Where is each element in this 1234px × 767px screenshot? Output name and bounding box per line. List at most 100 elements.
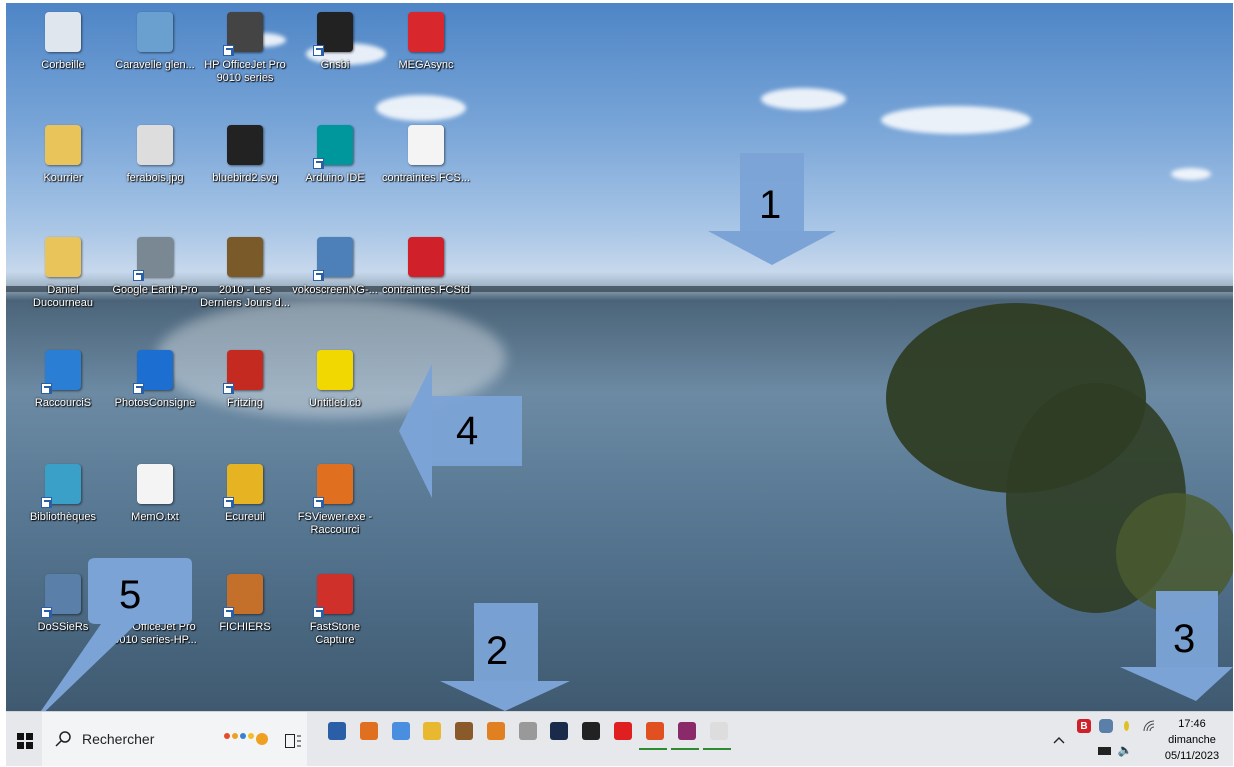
taskbar-app-button[interactable]	[548, 720, 570, 742]
fritzing-icon	[223, 346, 267, 394]
desktop-icon[interactable]: FICHIERS	[199, 570, 291, 670]
chrome-icon	[392, 722, 410, 740]
mega-icon	[404, 8, 448, 56]
taskbar: Rechercher B 🔈 17:46 dimanche 05/11/2023	[6, 711, 1233, 766]
taskbar-app-button[interactable]	[517, 720, 539, 742]
desktop-icon[interactable]: Corbeille	[17, 8, 109, 108]
clock[interactable]: 17:46 dimanche 05/11/2023	[1158, 714, 1226, 766]
tray-b-app[interactable]: B	[1076, 718, 1092, 734]
callout-shape	[40, 558, 192, 711]
battery-button[interactable]	[1096, 744, 1112, 758]
desktop-icon[interactable]: Arduino IDE	[289, 121, 381, 221]
clock-time: 17:46	[1178, 718, 1206, 730]
desktop-icon[interactable]: contraintes.FCS...	[380, 121, 472, 221]
search-box[interactable]: Rechercher	[42, 712, 307, 766]
task-view-button[interactable]	[282, 730, 304, 752]
eye-icon	[313, 460, 357, 508]
desktop-icon[interactable]: 2010 - Les Derniers Jours d...	[199, 233, 291, 333]
desktop-icon[interactable]: RaccourciS	[17, 346, 109, 446]
running-indicator	[703, 748, 731, 750]
xnview-icon	[582, 722, 600, 740]
taskbar-app-button[interactable]	[671, 720, 699, 750]
desktop-icon[interactable]: PhotosConsigne	[109, 346, 201, 446]
tray-sync[interactable]	[1098, 718, 1114, 734]
desktop-icon-label: FSViewer.exe - Raccourci	[297, 511, 373, 536]
annotation-number: 1	[759, 183, 782, 227]
desktop-icon-label: FastStone Capture	[309, 621, 361, 646]
shortcut-arrow-icon	[41, 383, 52, 394]
shortcut-arrow-icon	[223, 383, 234, 394]
taskbar-app-button[interactable]	[358, 720, 380, 742]
desktop-icon-label: FICHIERS	[219, 621, 271, 633]
desktop-icon-label: Arduino IDE	[305, 172, 365, 184]
cloud	[881, 106, 1031, 134]
desktop-icon-label: vokoscreenNG-...	[292, 284, 378, 296]
desktop-icon-label: contraintes.FCStd	[381, 284, 471, 296]
search-icon	[55, 731, 71, 747]
show-hidden-icons-button[interactable]	[1051, 732, 1067, 748]
shortcut-arrow-icon	[133, 383, 144, 394]
shortcut-disc-icon	[41, 346, 85, 394]
desktop-icon-label: Untitled.cb	[309, 397, 361, 409]
shortcut-arrow-icon	[313, 497, 324, 508]
desktop-icon[interactable]: Caravelle glen...	[109, 8, 201, 108]
running-indicator	[639, 748, 667, 750]
codeblocks-icon	[313, 346, 357, 394]
desktop-icon[interactable]: FastStone Capture	[289, 570, 381, 670]
desktop-icon-label: Fritzing	[226, 397, 264, 409]
calendar-app-icon	[678, 722, 696, 740]
task-view-icon	[285, 734, 301, 748]
camera-icon	[133, 346, 177, 394]
desktop-icon[interactable]: contraintes.FCStd	[380, 233, 472, 333]
taskbar-app-button[interactable]	[390, 720, 412, 742]
desktop-icon[interactable]: vokoscreenNG-...	[289, 233, 381, 333]
app-orange-icon	[487, 722, 505, 740]
shortcut-arrow-icon	[313, 158, 324, 169]
desktop-icon[interactable]: MemO.txt	[109, 460, 201, 560]
kde-app-icon	[328, 722, 346, 740]
desktop-icon-label: MemO.txt	[131, 511, 179, 523]
printer-icon	[223, 8, 267, 56]
volume-button[interactable]: 🔈	[1116, 742, 1134, 758]
taskbar-app-button[interactable]	[421, 720, 443, 742]
cloud	[761, 88, 846, 110]
desktop-icon[interactable]: Gnsbi	[289, 8, 381, 108]
desktop-icon[interactable]: MEGAsync	[380, 8, 472, 108]
start-button[interactable]	[12, 728, 38, 754]
desktop-icon-label: Daniel Ducourneau	[33, 284, 93, 309]
arrow-head-down	[1120, 667, 1233, 701]
annotation-number: 3	[1173, 617, 1196, 661]
tray-drop[interactable]	[1120, 718, 1132, 734]
desktop-icon[interactable]: FSViewer.exe - Raccourci	[289, 460, 381, 560]
taskbar-app-button[interactable]	[612, 720, 634, 742]
desktop-icon[interactable]: HP OfficeJet Pro 9010 series	[199, 8, 291, 108]
desktop-icon[interactable]: Untitled.cb	[289, 346, 381, 446]
image-file-icon	[133, 121, 177, 169]
taskbar-app-button[interactable]	[326, 720, 348, 742]
desktop-icon[interactable]: ferabois.jpg	[109, 121, 201, 221]
search-placeholder: Rechercher	[82, 731, 155, 747]
desktop-icon[interactable]: Google Earth Pro	[109, 233, 201, 333]
desktop-icon[interactable]: Bibliothèques	[17, 460, 109, 560]
desktop-icon[interactable]: bluebird2.svg	[199, 121, 291, 221]
folder-zip-icon	[41, 121, 85, 169]
taskbar-app-button[interactable]	[485, 720, 507, 742]
desktop-icon[interactable]: Daniel Ducourneau	[17, 233, 109, 333]
desktop-icon[interactable]: Ecureuil	[199, 460, 291, 560]
text-file-icon	[133, 460, 177, 508]
freecad-icon	[404, 233, 448, 281]
desktop-icon-label: Ecureuil	[225, 511, 265, 523]
tray-network[interactable]	[1141, 718, 1157, 734]
desktop-icon[interactable]: Fritzing	[199, 346, 291, 446]
book-icon	[223, 233, 267, 281]
taskbar-app-button[interactable]	[453, 720, 475, 742]
taskbar-app-button[interactable]	[639, 720, 667, 750]
desktop-icon-label: Gnsbi	[320, 59, 350, 71]
taskbar-app-button[interactable]	[703, 720, 731, 750]
desktop-icon[interactable]: Kourrier	[17, 121, 109, 221]
battery-icon	[1097, 747, 1111, 755]
app-six-icon	[519, 722, 537, 740]
photo-app-icon	[550, 722, 568, 740]
document-app-icon	[646, 722, 664, 740]
taskbar-app-button[interactable]	[580, 720, 602, 742]
